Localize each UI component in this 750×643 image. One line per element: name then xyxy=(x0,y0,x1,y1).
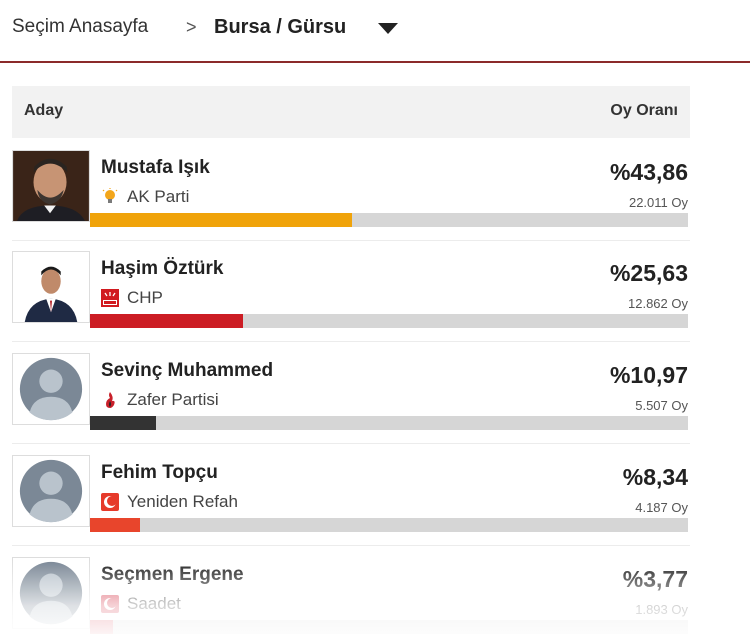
results-table-header: Aday Oy Oranı xyxy=(12,86,690,138)
chp-arrows-icon xyxy=(101,289,119,307)
vote-count: 5.507 Oy xyxy=(635,398,688,413)
caret-down-icon[interactable] xyxy=(378,23,398,34)
vote-count: 1.893 Oy xyxy=(635,602,688,617)
vote-share-bar xyxy=(90,213,688,227)
vote-percentage: %10,97 xyxy=(609,362,688,388)
party-name: CHP xyxy=(127,288,163,307)
vote-share-bar xyxy=(90,518,688,532)
candidate-row[interactable]: Sevinç Muhammed Zafer Partisi %10,97 5.5… xyxy=(12,343,690,444)
placeholder-avatar xyxy=(12,455,90,527)
vote-share-bar-fill xyxy=(90,314,244,328)
vote-share-bar-fill xyxy=(90,620,113,634)
candidate-row[interactable]: Seçmen Ergene Saadet %3,77 1.893 Oy xyxy=(12,547,690,643)
placeholder-avatar xyxy=(12,353,90,425)
vote-percentage: %3,77 xyxy=(622,566,688,592)
party-label: AK Parti xyxy=(101,187,189,207)
candidate-photo xyxy=(12,251,90,323)
candidate-photo xyxy=(12,150,90,222)
akp-bulb-icon xyxy=(101,188,119,206)
candidate-name: Fehim Topçu xyxy=(101,462,218,483)
vote-share-bar-fill xyxy=(90,416,156,430)
candidate-name: Sevinç Muhammed xyxy=(101,360,274,381)
vote-count: 12.862 Oy xyxy=(628,296,688,311)
breadcrumb-separator: > xyxy=(186,17,197,37)
candidate-row[interactable]: Haşim Öztürk CHP %25,63 12.862 Oy xyxy=(12,241,690,342)
vote-percentage: %43,86 xyxy=(609,159,688,185)
vote-share-bar-fill xyxy=(90,518,140,532)
party-name: Zafer Partisi xyxy=(127,390,219,409)
vote-share-bar xyxy=(90,314,688,328)
column-header-vote-rate: Oy Oranı xyxy=(610,102,678,119)
candidate-name: Haşim Öztürk xyxy=(101,258,224,279)
vote-share-bar-fill xyxy=(90,213,353,227)
party-label: Zafer Partisi xyxy=(101,390,219,410)
candidate-row[interactable]: Fehim Topçu Yeniden Refah %8,34 4.187 Oy xyxy=(12,445,690,546)
vote-count: 22.011 Oy xyxy=(628,195,688,210)
yeniden-refah-crescent-icon xyxy=(101,493,119,511)
column-header-candidate: Aday xyxy=(24,102,64,119)
breadcrumb-location-selector[interactable]: Bursa / Gürsu xyxy=(214,16,346,39)
vote-share-bar xyxy=(90,620,688,634)
vote-percentage: %8,34 xyxy=(622,464,688,490)
saadet-crescent-icon xyxy=(101,595,119,613)
breadcrumb-home-link[interactable]: Seçim Anasayfa xyxy=(12,16,148,38)
party-name: Yeniden Refah xyxy=(127,492,238,511)
party-name: Saadet xyxy=(127,594,181,613)
party-label: CHP xyxy=(101,288,163,308)
party-name: AK Parti xyxy=(127,187,190,206)
breadcrumb: Seçim Anasayfa > Bursa / Gürsu xyxy=(0,0,750,63)
vote-share-bar xyxy=(90,416,688,430)
placeholder-avatar xyxy=(12,557,90,629)
candidate-row[interactable]: Mustafa Işık AK Parti %43,86 22.011 Oy xyxy=(12,140,690,241)
vote-count: 4.187 Oy xyxy=(635,500,688,515)
candidate-name: Seçmen Ergene xyxy=(101,564,244,585)
party-label: Yeniden Refah xyxy=(101,492,238,512)
candidate-name: Mustafa Işık xyxy=(101,157,210,178)
party-label: Saadet xyxy=(101,594,181,614)
vote-percentage: %25,63 xyxy=(609,260,688,286)
zafer-flame-icon xyxy=(101,391,119,409)
